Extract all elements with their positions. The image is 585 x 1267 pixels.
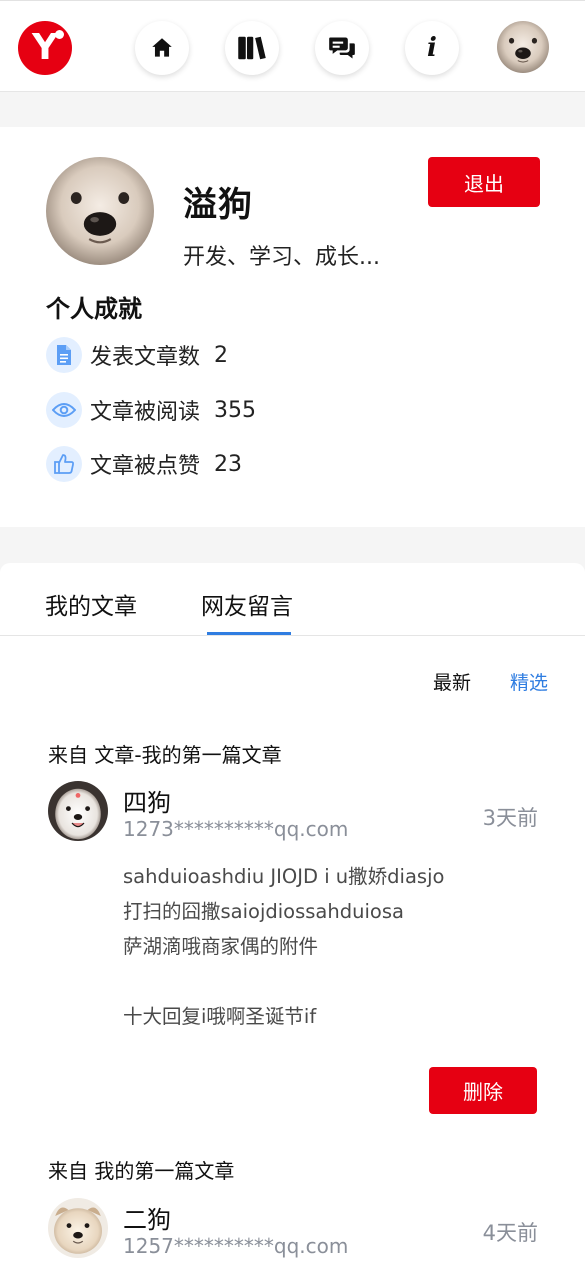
comment-line: sahduioashdiu JIOJD i u撒娇diasjo <box>123 865 445 888</box>
document-icon <box>46 337 82 373</box>
stat-label: 文章被阅读 <box>90 400 201 425</box>
commenter-email: 1273**********qq.com <box>123 817 349 841</box>
home-button[interactable] <box>135 21 189 75</box>
logo-letter: Y <box>31 27 59 68</box>
sort-featured[interactable]: 精选 <box>510 668 548 695</box>
sort-latest[interactable]: 最新 <box>433 668 471 695</box>
logout-button[interactable]: 退出 <box>428 157 540 207</box>
delete-button[interactable]: 删除 <box>429 1067 537 1114</box>
comment-body: sahduioashdiu JIOJD i u撒娇diasjo 打扫的囧撒sai… <box>123 859 444 1034</box>
comment-line <box>123 964 444 999</box>
about-button[interactable]: i <box>405 21 459 75</box>
stat-label: 文章被点赞 <box>90 454 201 479</box>
comment-time: 3天前 <box>482 806 538 830</box>
commenter-name: 四狗 <box>123 789 171 817</box>
commenter-email: 1257**********qq.com <box>123 1234 349 1258</box>
stat-value: 2 <box>214 342 229 368</box>
stat-articles: 发表文章数 2 <box>46 337 228 373</box>
stat-value: 355 <box>214 397 257 423</box>
content-card: 我的文章 网友留言 最新 精选 来自 文章-我的第一篇文章 四狗 1273***… <box>0 563 585 1267</box>
user-avatar[interactable] <box>497 21 549 73</box>
comment-line: 十大回复i哦啊圣诞节if <box>123 1005 317 1028</box>
chat-icon <box>329 37 355 59</box>
logo[interactable]: Y <box>18 21 72 75</box>
messages-button[interactable] <box>315 21 369 75</box>
tab-divider <box>0 635 585 636</box>
tab-my-articles[interactable]: 我的文章 <box>45 587 137 621</box>
tab-guest-messages[interactable]: 网友留言 <box>201 587 293 621</box>
book-icon <box>238 36 266 60</box>
home-icon <box>152 38 172 57</box>
profile-name: 溢狗 <box>183 185 253 225</box>
comment-line: 萨湖滴哦商家偶的附件 <box>123 935 319 958</box>
commenter-name: 二狗 <box>123 1206 171 1234</box>
eye-icon <box>46 392 82 428</box>
commenter-avatar <box>48 781 108 841</box>
stat-reads: 文章被阅读 355 <box>46 392 256 428</box>
comment-source[interactable]: 来自 文章-我的第一篇文章 <box>48 739 282 768</box>
profile-motto: 开发、学习、成长... <box>183 245 380 270</box>
profile-card: 溢狗 开发、学习、成长... 退出 个人成就 发表文章数 2 文章被阅读 355 <box>0 127 585 527</box>
comment-line: 打扫的囧撒saiojdiossahduiosa <box>123 900 404 923</box>
top-navbar: Y i <box>0 0 585 92</box>
stat-likes: 文章被点赞 23 <box>46 446 242 482</box>
profile-avatar <box>46 157 154 265</box>
logo-dot <box>55 30 64 39</box>
commenter-avatar <box>48 1198 108 1258</box>
info-icon: i <box>427 33 437 63</box>
comment-time: 4天前 <box>482 1221 538 1245</box>
articles-button[interactable] <box>225 21 279 75</box>
achievements-title: 个人成就 <box>46 295 142 323</box>
comment-source[interactable]: 来自 我的第一篇文章 <box>48 1155 234 1184</box>
stat-value: 23 <box>214 451 243 477</box>
thumbs-up-icon <box>46 446 82 482</box>
stat-label: 发表文章数 <box>90 345 201 370</box>
